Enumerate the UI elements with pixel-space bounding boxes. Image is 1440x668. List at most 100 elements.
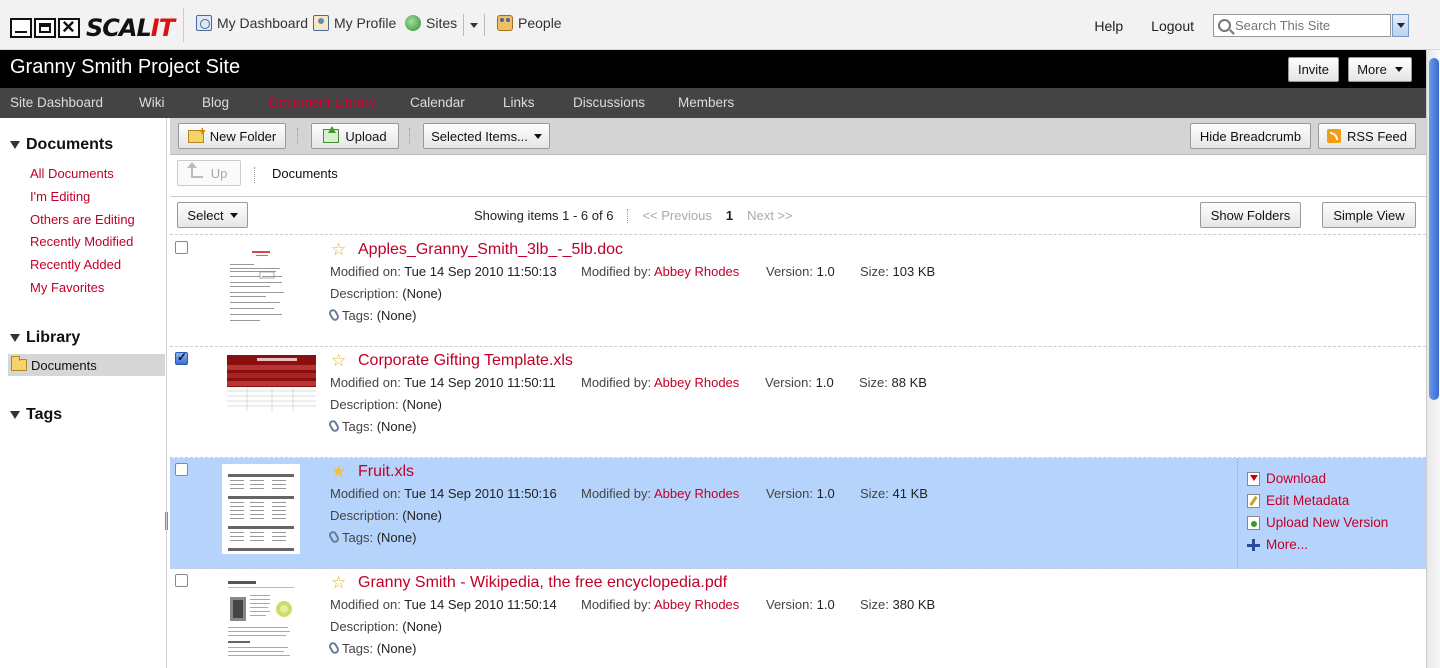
favorite-star-icon[interactable]: ☆ bbox=[331, 240, 346, 260]
filter-recently-modified[interactable]: Recently Modified bbox=[30, 234, 133, 249]
document-thumbnail[interactable] bbox=[222, 575, 300, 665]
row-checkbox[interactable] bbox=[175, 463, 188, 476]
nav-people[interactable]: People bbox=[497, 15, 562, 31]
show-folders-button[interactable]: Show Folders bbox=[1200, 202, 1301, 228]
app-logo[interactable]: SCALIT bbox=[10, 14, 175, 42]
sidebar-resize-handle[interactable] bbox=[165, 512, 168, 530]
document-row[interactable]: ☆ Corporate Gifting Template.xls Modifie… bbox=[170, 347, 1426, 458]
tab-links[interactable]: Links bbox=[503, 95, 535, 110]
profile-icon bbox=[313, 15, 329, 31]
row-checkbox-checked[interactable] bbox=[175, 350, 188, 365]
logo-close-glyph bbox=[58, 14, 80, 40]
library-folder-documents[interactable]: Documents bbox=[8, 354, 165, 376]
upload-version-icon bbox=[1247, 515, 1260, 530]
document-thumbnail[interactable] bbox=[222, 242, 300, 332]
modified-by-link[interactable]: Abbey Rhodes bbox=[654, 264, 739, 279]
search-icon bbox=[1218, 19, 1231, 32]
logo-minimize-glyph bbox=[10, 18, 32, 38]
pagination: Showing items 1 - 6 of 6 << Previous 1 N… bbox=[474, 208, 793, 223]
row-checkbox[interactable] bbox=[175, 241, 188, 254]
tab-site-dashboard[interactable]: Site Dashboard bbox=[10, 95, 103, 110]
site-navigation: Site Dashboard Wiki Blog Document Librar… bbox=[0, 88, 1426, 118]
tab-document-library[interactable]: Document Library bbox=[269, 95, 376, 110]
more-button[interactable]: More bbox=[1348, 57, 1412, 82]
current-page-number: 1 bbox=[725, 208, 734, 223]
chevron-down-icon bbox=[533, 133, 542, 139]
select-menu[interactable]: Select bbox=[177, 202, 248, 228]
document-name-link[interactable]: Fruit.xls bbox=[358, 463, 414, 481]
site-search[interactable] bbox=[1213, 14, 1391, 37]
filter-others-editing[interactable]: Others are Editing bbox=[30, 212, 135, 227]
more-actions-link[interactable]: More... bbox=[1247, 537, 1308, 552]
document-thumbnail[interactable] bbox=[222, 464, 300, 554]
modified-by-link[interactable]: Abbey Rhodes bbox=[654, 375, 739, 390]
rss-feed-button[interactable]: RSS Feed bbox=[1318, 123, 1416, 149]
next-page-link[interactable]: Next >> bbox=[747, 208, 793, 223]
nav-my-profile[interactable]: My Profile bbox=[313, 15, 396, 31]
document-name-link[interactable]: Granny Smith - Wikipedia, the free encyc… bbox=[358, 574, 727, 592]
edit-metadata-action[interactable]: Edit Metadata bbox=[1247, 493, 1349, 508]
globe-icon bbox=[405, 15, 421, 31]
rss-icon bbox=[1327, 129, 1341, 143]
previous-page-link[interactable]: << Previous bbox=[642, 208, 711, 223]
invite-button[interactable]: Invite bbox=[1288, 57, 1339, 82]
nav-my-dashboard[interactable]: My Dashboard bbox=[196, 15, 308, 31]
search-options-button[interactable] bbox=[1392, 14, 1409, 37]
breadcrumb-current[interactable]: Documents bbox=[272, 166, 338, 181]
document-name-link[interactable]: Corporate Gifting Template.xls bbox=[358, 352, 573, 370]
document-name-link[interactable]: Apples_Granny_Smith_3lb_-_5lb.doc bbox=[358, 241, 623, 259]
document-row-selected[interactable]: ★ Fruit.xls Modified on: Tue 14 Sep 2010… bbox=[170, 458, 1426, 569]
library-section-toggle[interactable]: Library bbox=[10, 329, 80, 347]
hide-breadcrumb-button[interactable]: Hide Breadcrumb bbox=[1190, 123, 1311, 149]
help-link[interactable]: Help bbox=[1094, 18, 1123, 34]
document-thumbnail[interactable] bbox=[227, 355, 316, 411]
download-icon bbox=[1247, 471, 1260, 486]
chevron-down-icon bbox=[470, 22, 478, 28]
tags-section-toggle[interactable]: Tags bbox=[10, 406, 62, 424]
favorite-star-icon[interactable]: ☆ bbox=[331, 351, 346, 371]
tag-icon bbox=[327, 640, 341, 656]
download-action[interactable]: Download bbox=[1247, 471, 1326, 486]
tag-icon bbox=[327, 529, 341, 545]
upload-button[interactable]: Upload bbox=[311, 123, 399, 149]
document-row[interactable]: ☆ Apples_Granny_Smith_3lb_-_5lb.doc Modi… bbox=[170, 236, 1426, 347]
filter-my-favorites[interactable]: My Favorites bbox=[30, 280, 104, 295]
tag-icon bbox=[327, 418, 341, 434]
document-row[interactable]: ☆ Granny Smith - Wikipedia, the free enc… bbox=[170, 569, 1426, 668]
modified-by-link[interactable]: Abbey Rhodes bbox=[654, 486, 739, 501]
new-folder-button[interactable]: New Folder bbox=[178, 123, 286, 149]
documents-section-toggle[interactable]: Documents bbox=[10, 136, 113, 154]
favorite-star-icon[interactable]: ☆ bbox=[331, 573, 346, 593]
list-header: Select Showing items 1 - 6 of 6 << Previ… bbox=[170, 197, 1426, 235]
tab-calendar[interactable]: Calendar bbox=[410, 95, 465, 110]
filter-im-editing[interactable]: I'm Editing bbox=[30, 189, 90, 204]
tab-discussions[interactable]: Discussions bbox=[573, 95, 645, 110]
tab-blog[interactable]: Blog bbox=[202, 95, 229, 110]
modified-by-link[interactable]: Abbey Rhodes bbox=[654, 597, 739, 612]
search-input[interactable] bbox=[1235, 18, 1385, 33]
nav-sites[interactable]: Sites bbox=[405, 15, 457, 31]
library-sidebar: Documents All Documents I'm Editing Othe… bbox=[0, 118, 167, 668]
chevron-down-icon bbox=[229, 212, 238, 218]
logo-wordmark: SCALIT bbox=[86, 14, 175, 42]
new-folder-icon bbox=[187, 124, 206, 143]
sites-dropdown-toggle[interactable] bbox=[463, 14, 485, 36]
logout-link[interactable]: Logout bbox=[1151, 18, 1194, 34]
tab-members[interactable]: Members bbox=[678, 95, 734, 110]
page-title: Granny Smith Project Site bbox=[10, 56, 241, 78]
library-toolbar: New Folder Upload Selected Items... Hide… bbox=[170, 118, 1426, 155]
row-checkbox[interactable] bbox=[175, 574, 188, 587]
upload-new-version-action[interactable]: Upload New Version bbox=[1247, 515, 1388, 530]
filter-all-documents[interactable]: All Documents bbox=[30, 166, 114, 181]
tab-wiki[interactable]: Wiki bbox=[139, 95, 165, 110]
up-folder-button[interactable]: Up bbox=[177, 160, 241, 186]
favorite-star-icon[interactable]: ★ bbox=[331, 462, 346, 482]
simple-view-button[interactable]: Simple View bbox=[1322, 202, 1416, 228]
logo-maximize-glyph bbox=[34, 18, 56, 38]
upload-icon bbox=[323, 126, 340, 143]
filter-recently-added[interactable]: Recently Added bbox=[30, 257, 121, 272]
scrollbar-thumb[interactable] bbox=[1429, 58, 1439, 400]
page-scrollbar[interactable] bbox=[1426, 50, 1440, 668]
selected-items-menu[interactable]: Selected Items... bbox=[423, 123, 550, 149]
chevron-down-icon bbox=[1394, 67, 1403, 72]
